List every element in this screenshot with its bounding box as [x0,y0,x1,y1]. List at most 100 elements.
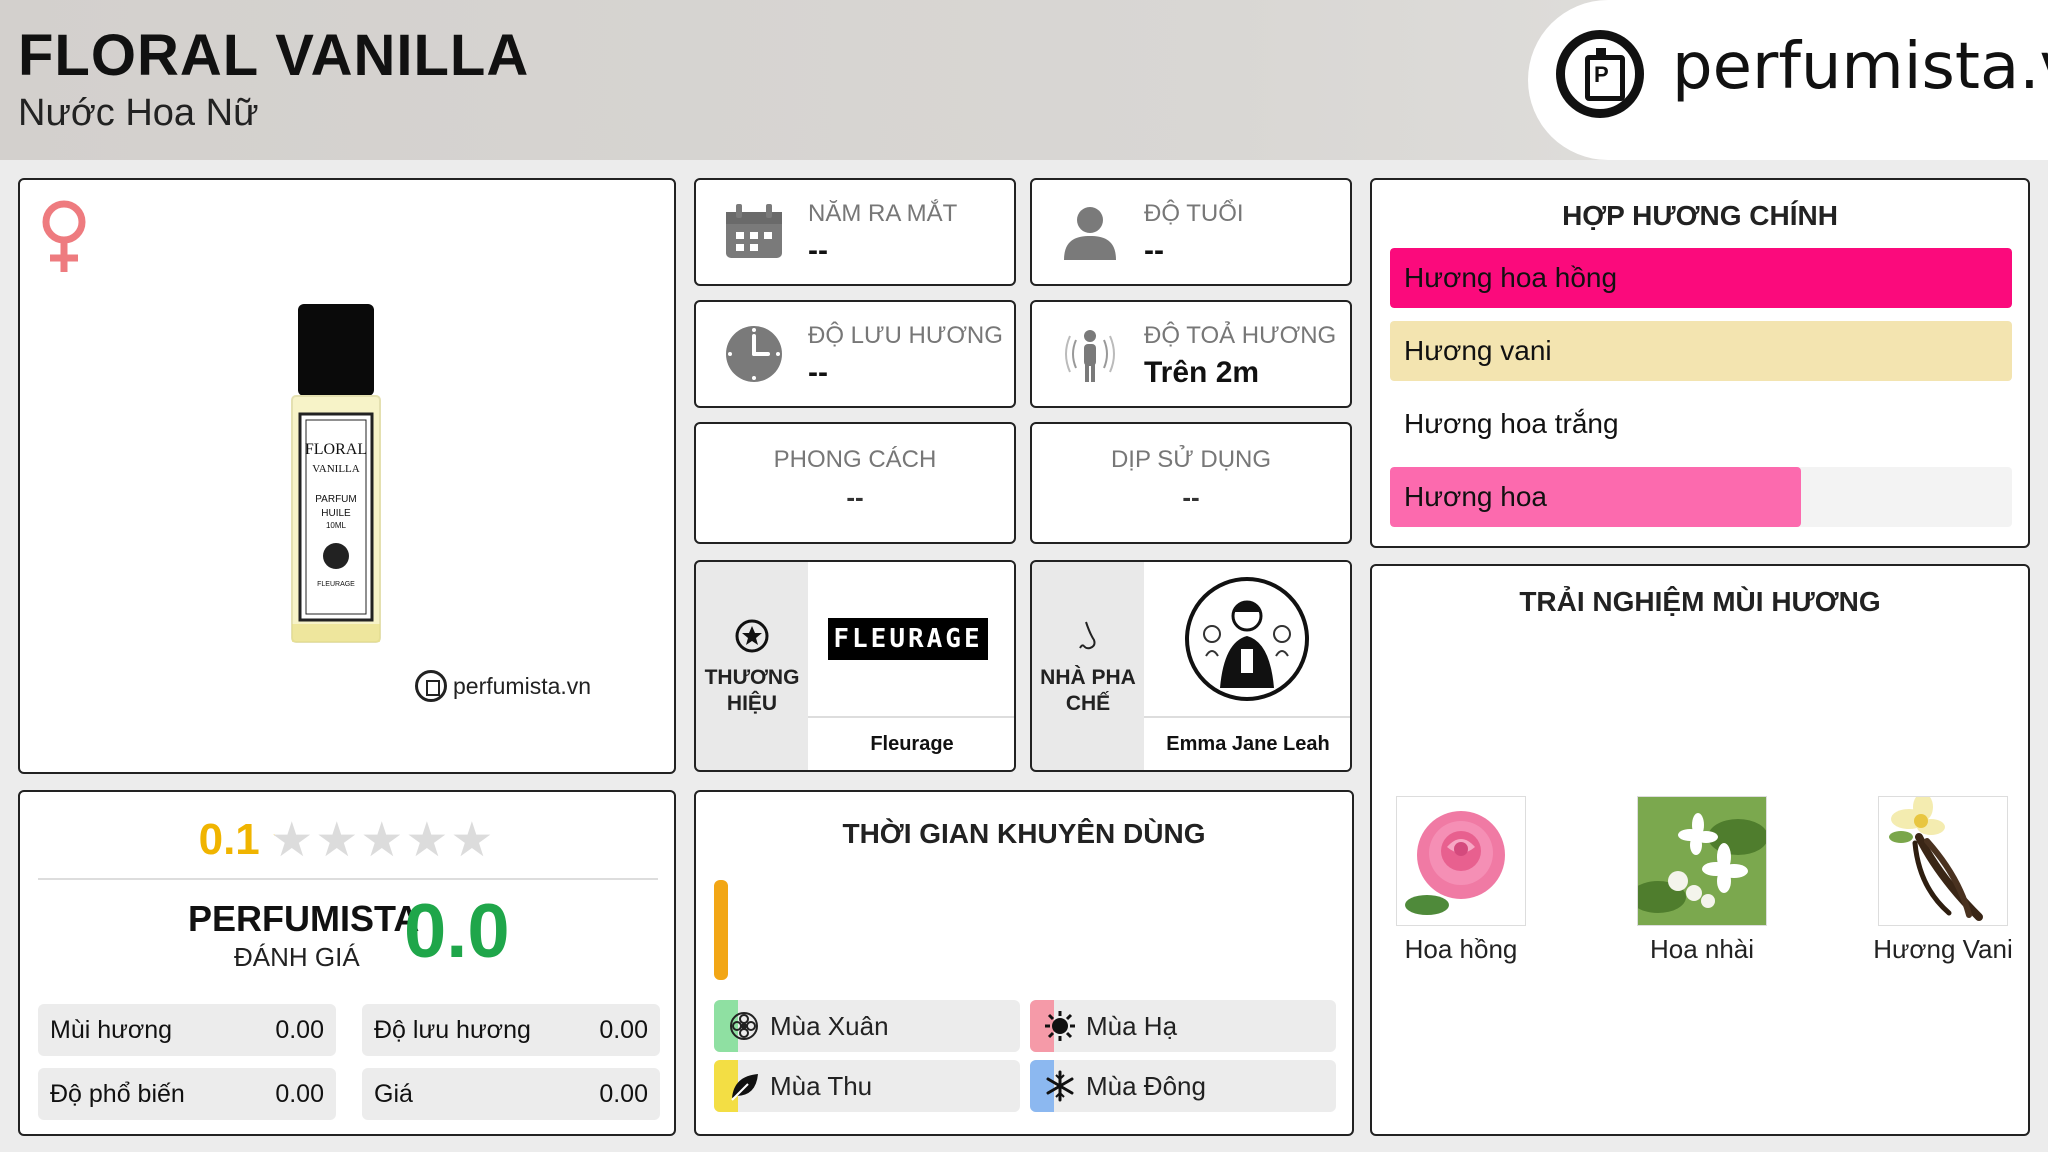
info-value: -- [1182,482,1200,512]
metric-value: 0.00 [275,1016,324,1044]
season-winter: Mùa Đông [1030,1060,1336,1112]
brand-label: HIỆU [726,692,778,715]
accord-bar: Hương hoa hồng [1390,248,2012,308]
experience-item[interactable]: Hương Vani [1868,796,2018,965]
info-value: -- [846,482,864,512]
logo-text: perfumista.vn [1672,30,2048,104]
user-rating-row: 0.1 ★★★★★ [20,812,674,868]
clock-icon [726,326,782,382]
star-rating[interactable]: ★★★★★ [270,812,495,868]
bottle-label-line: FLORAL [305,441,367,458]
experience-label: Hương Vani [1873,934,2013,964]
flower-icon [730,1012,758,1040]
divider [38,878,658,880]
accord-bar: Hương hoa [1390,467,2012,527]
info-value: Trên 2m [1144,356,1260,389]
watermark-text: perfumista.vn [453,672,592,699]
info-sillage: ĐỘ TOẢ HƯƠNG Trên 2m [1030,300,1352,408]
info-value: -- [808,356,828,389]
rose-image-icon [1396,796,1526,926]
metric-value: 0.00 [275,1080,324,1108]
site-logo[interactable]: perfumista.vn [1528,0,2048,160]
jasmine-image-icon [1637,796,1767,926]
info-occasion: DỊP SỬ DỤNG -- [1030,422,1352,544]
accord-label: Hương hoa hồng [1404,262,1618,293]
perfume-bottle-image: FLORAL VANILLA PARFUM HUILE 10ML FLEURAG… [291,304,381,643]
bottle-label-line: FLEURAGE [317,581,355,588]
seasons-title: THỜI GIAN KHUYÊN DÙNG [842,818,1206,849]
user-score: 0.1 [198,815,260,864]
metric-popularity: Độ phổ biến 0.00 [38,1068,336,1120]
header: FLORAL VANILLA Nước Hoa Nữ perfumista.vn [0,0,2048,160]
brand-logo: FLEURAGE [808,562,1014,716]
experience-title: TRẢI NGHIỆM MÙI HƯƠNG [1519,586,1881,617]
accord-label: Hương hoa trắng [1404,408,1619,439]
bottle-label-line: PARFUM [315,494,356,505]
info-label: PHONG CÁCH [773,446,937,473]
season-label: Mùa Hạ [1086,1011,1178,1041]
snowflake-icon [1046,1070,1074,1102]
season-label: Mùa Đông [1086,1071,1206,1101]
info-label: NĂM RA MẮT [808,200,958,227]
recommended-time-card: THỜI GIAN KHUYÊN DÙNG Mùa Xuân Mùa Hạ Mù… [694,790,1354,1136]
info-style: PHONG CÁCH -- [694,422,1016,544]
perfumer-card[interactable]: NHÀ PHA CHẾ Emma Jane Leah [1030,560,1352,772]
season-label: Mùa Xuân [770,1011,889,1041]
info-value: -- [1144,234,1164,267]
metric-label: Mùi hương [50,1016,173,1044]
brand-name: Fleurage [808,716,1014,770]
brand-label: THƯƠNG [704,666,800,689]
info-label: ĐỘ TUỔI [1144,200,1244,227]
scent-experience-card: TRẢI NGHIỆM MÙI HƯƠNG Hoa hồng Hoa nhài … [1370,564,2030,1136]
bottle-label-line: HUILE [321,508,351,519]
brand-side: THƯƠNG HIỆU [696,562,808,770]
perfumer-name: Emma Jane Leah [1144,716,1350,770]
accords-title: HỢP HƯƠNG CHÍNH [1562,200,1838,231]
perfume-bottle-logo-icon [1556,30,1644,118]
star-icon[interactable]: ★ [450,814,495,867]
info-age: ĐỘ TUỔI -- [1030,178,1352,286]
nose-icon [1079,621,1096,650]
metric-scent: Mùi hương 0.00 [38,1004,336,1056]
stars: ★★★★★ [270,814,495,867]
metric-label: Giá [374,1080,413,1108]
metric-price: Giá 0.00 [362,1068,660,1120]
info-longevity: ĐỘ LƯU HƯƠNG -- [694,300,1016,408]
star-icon[interactable]: ★ [315,814,360,867]
rating-card: 0.1 ★★★★★ PERFUMISTA ĐÁNH GIÁ 0.0 Mùi hư… [18,790,676,1136]
experience-item[interactable]: Hoa nhài [1627,796,1777,965]
perfumer-avatar [1144,562,1350,716]
season-label: Mùa Thu [770,1071,873,1101]
star-icon[interactable]: ★ [360,814,405,867]
bottle-label-line: 10ML [326,521,347,530]
sun-icon [1045,1011,1075,1041]
metric-value: 0.00 [599,1016,648,1044]
season-summer: Mùa Hạ [1030,1000,1336,1052]
metric-value: 0.00 [599,1080,648,1108]
brand-card[interactable]: THƯƠNG HIỆU FLEURAGE Fleurage [694,560,1016,772]
info-label: ĐỘ TOẢ HƯƠNG [1144,322,1337,349]
person-icon [1064,207,1116,260]
season-spring: Mùa Xuân [714,1000,1020,1052]
time-indicator-bar [714,880,728,980]
info-launch-year: NĂM RA MẮT -- [694,178,1016,286]
info-label: DỊP SỬ DỤNG [1110,446,1272,473]
metric-label: Độ lưu hương [374,1016,531,1044]
star-icon[interactable]: ★ [270,814,315,867]
accord-bar: Hương hoa trắng [1390,394,2012,454]
sillage-person-icon [1065,330,1115,382]
perfume-bottle-logo-icon [415,670,447,702]
metric-label: Độ phổ biến [50,1080,185,1108]
bottle-label-line: VANILLA [312,463,360,475]
info-value: -- [808,234,828,267]
product-image-card: FLORAL VANILLA PARFUM HUILE 10ML FLEURAG… [18,178,676,774]
perfumer-illustration-icon [1185,577,1309,701]
experience-item[interactable]: Hoa hồng [1386,796,1536,965]
calendar-icon [726,204,782,258]
star-icon[interactable]: ★ [405,814,450,867]
metric-longevity: Độ lưu hương 0.00 [362,1004,660,1056]
info-label: ĐỘ LƯU HƯƠNG [808,322,1003,349]
perfumista-subtitle: ĐÁNH GIÁ [234,942,360,972]
female-icon [42,200,86,272]
leaf-icon [731,1074,758,1101]
